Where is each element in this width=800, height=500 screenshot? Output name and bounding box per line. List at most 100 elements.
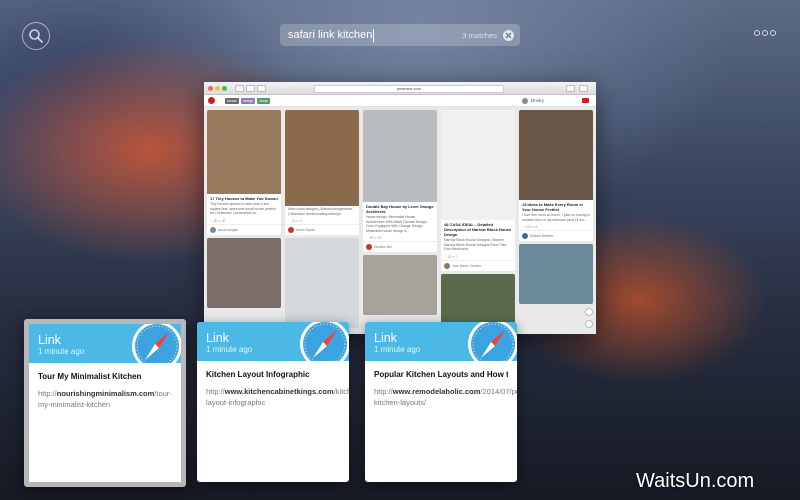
pin-image	[207, 110, 281, 194]
address-bar[interactable]: pinterest.com	[314, 84, 504, 93]
guide-chip[interactable]: ideas	[257, 97, 270, 104]
more-button[interactable]	[754, 30, 776, 40]
pinner-name: jacob carrigan	[218, 227, 239, 232]
address-text: pinterest.com	[396, 86, 421, 91]
avatar	[366, 244, 372, 251]
share-button[interactable]	[566, 84, 575, 92]
search-input[interactable]: safari link kitchen 3 matches	[280, 24, 520, 46]
safari-compass-icon	[132, 324, 181, 363]
user-name: Dmitry	[531, 98, 544, 103]
avatar	[288, 227, 294, 234]
pin-card[interactable]: Double Bay House by Level Orange Archite…	[363, 110, 437, 253]
result-time: 1 minute ago	[374, 345, 421, 354]
clear-icon	[505, 32, 512, 38]
browser-preview[interactable]: pinterest.com house design ideas Dmitry 17…	[204, 82, 596, 334]
pin-card[interactable]	[285, 238, 359, 329]
pinner-name: Edward Nemilen	[530, 234, 554, 239]
pinterest-logo-icon	[208, 97, 215, 104]
url-scheme: http://	[374, 387, 393, 397]
help-icon[interactable]	[585, 320, 593, 328]
back-button[interactable]	[235, 84, 244, 92]
pin-pinner[interactable]: Gustavo Mel	[363, 241, 437, 252]
text-caret	[373, 28, 375, 42]
safari-compass-icon	[468, 322, 517, 361]
pin-description: I love this room so much, I plan on havi…	[522, 213, 590, 222]
result-card[interactable]: Link 1 minute ago Tour My Minimalist Kitch…	[24, 319, 186, 487]
watermark: WaitsUn.com	[636, 470, 755, 492]
guide-chip[interactable]: design	[240, 97, 256, 104]
result-time: 1 minute ago	[38, 347, 85, 356]
pinner-name: Gustavo Mel	[374, 245, 392, 250]
pin-pinner[interactable]: Joao Mauro Carnero	[441, 259, 515, 271]
pin-title: 48 CASA IDEAL - Detailed Description of …	[444, 222, 512, 237]
pin-column: Double Bay House by Level Orange Archite…	[363, 110, 437, 318]
pin-image	[519, 110, 593, 200]
search-query: safari link kitchen	[288, 29, 373, 41]
avatar	[522, 233, 528, 240]
pin-card[interactable]: 48 CASA IDEAL - Detailed Description of …	[441, 110, 515, 271]
zoom-window-icon[interactable]	[222, 85, 227, 91]
match-count: 3 matches	[462, 30, 497, 40]
pinterest-user[interactable]: Dmitry	[522, 97, 544, 104]
more-icon	[754, 30, 760, 36]
result-title: Popular Kitchen Layouts and How t…	[374, 370, 508, 379]
result-type: Link	[374, 331, 397, 345]
pin-title: Double Bay House by Level Orange Archite…	[366, 204, 434, 214]
result-url: http://www.kitchencabinetkings.com/kitch…	[206, 387, 349, 408]
pin-image	[441, 110, 515, 220]
result-title: Kitchen Layout Infographic	[206, 370, 310, 379]
result-url: http://nourishingminimalism.com/tour-my-…	[38, 389, 172, 410]
guide-chip[interactable]: house	[225, 97, 239, 104]
pin-image	[285, 238, 359, 329]
url-scheme: http://	[38, 389, 57, 399]
pin-image	[285, 110, 359, 206]
pin-pinner[interactable]: jacob carrigan	[207, 223, 281, 235]
pinterest-header: house design ideas Dmitry	[204, 95, 596, 107]
pin-column: 48 CASA IDEAL - Detailed Description of …	[441, 110, 515, 334]
forward-button[interactable]	[246, 84, 255, 92]
pin-image	[207, 237, 281, 308]
result-card-header: Link 1 minute ago	[365, 322, 517, 361]
close-window-icon[interactable]	[208, 85, 213, 91]
pin-column: 17 Tiny Houses to Make You Swoon Tiny hou…	[207, 110, 281, 311]
url-scheme: http://	[206, 387, 225, 397]
pin-card[interactable]: 17 Tiny Houses to Make You Swoon Tiny hou…	[207, 110, 281, 235]
avatar	[522, 97, 528, 104]
clear-search-button[interactable]	[503, 29, 514, 41]
browser-toolbar: pinterest.com	[204, 82, 596, 95]
result-card-header: Link 1 minute ago	[197, 322, 349, 361]
result-card[interactable]: Link 1 minute ago Kitchen Layout Infograph…	[197, 322, 349, 482]
result-url: http://www.remodelaholic.com/2014/07/pop…	[374, 387, 517, 408]
pin-description: Main room designs | Walnutcrdingsmentz..…	[288, 207, 355, 216]
pinner-name: Noah Clayton	[296, 228, 316, 233]
pin-description: Home design, Minimalist House Architectu…	[366, 215, 427, 233]
pin-column: Main room designs | Walnutcrdingsmentz..…	[285, 110, 359, 331]
pin-card[interactable]	[519, 244, 593, 305]
result-type: Link	[206, 331, 229, 345]
pin-image	[363, 110, 437, 202]
minimize-window-icon[interactable]	[215, 85, 220, 91]
pin-grid: 17 Tiny Houses to Make You Swoon Tiny hou…	[204, 107, 596, 334]
result-title: Tour My Minimalist Kitchen	[38, 372, 142, 381]
result-card[interactable]: Link 1 minute ago Popular Kitchen Layouts …	[365, 322, 517, 482]
tabs-button[interactable]	[579, 84, 588, 92]
notification-icon[interactable]	[582, 98, 589, 103]
search-button[interactable]	[22, 22, 50, 50]
pin-title: 15 Ideas to Make Every Room in Your Hous…	[522, 202, 583, 212]
search-icon	[29, 29, 43, 43]
pin-card[interactable]: Main room designs | Walnutcrdingsmentz..…	[285, 110, 359, 236]
pin-title: 17 Tiny Houses to Make You Swoon	[210, 196, 278, 201]
zoom-in-icon[interactable]	[585, 308, 593, 316]
pin-pinner[interactable]: Noah Clayton	[285, 224, 359, 235]
sidebar-button[interactable]	[257, 84, 266, 92]
pin-pinner[interactable]: Edward Nemilen	[519, 230, 593, 241]
pin-column: 15 Ideas to Make Every Room in Your Hous…	[519, 110, 593, 307]
result-card-header: Link 1 minute ago	[29, 324, 181, 363]
pin-card[interactable]	[207, 237, 281, 308]
avatar	[210, 226, 216, 233]
pinner-name: Joao Mauro Carnero	[452, 263, 482, 268]
pin-card[interactable]	[363, 255, 437, 316]
pin-image	[363, 255, 437, 316]
pin-card[interactable]: 15 Ideas to Make Every Room in Your Hous…	[519, 110, 593, 242]
safari-compass-icon	[300, 322, 349, 361]
